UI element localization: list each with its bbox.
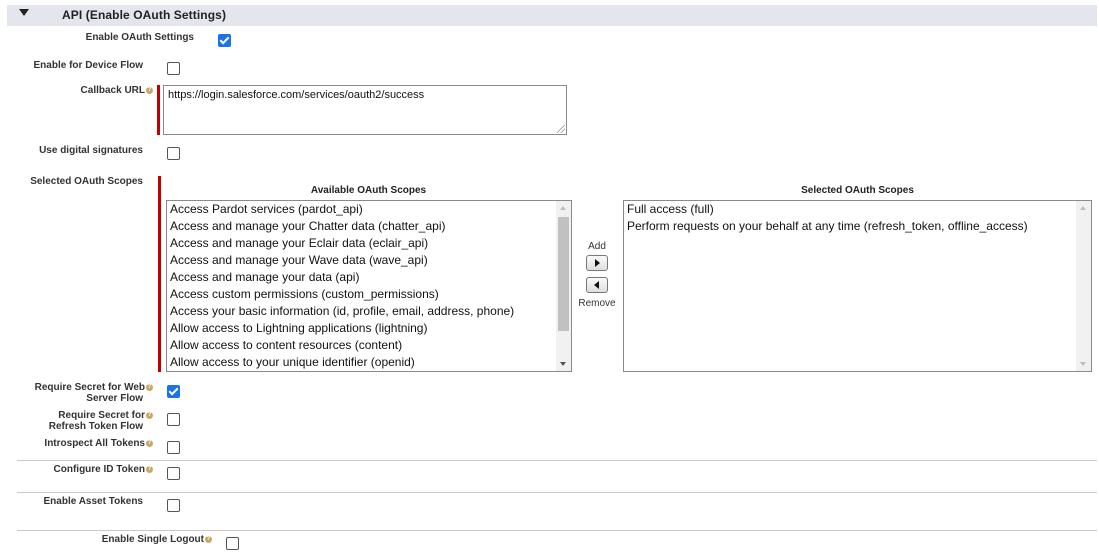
id-token-checkbox[interactable] — [167, 467, 180, 480]
scope-option[interactable]: Full access (full) — [624, 201, 1076, 218]
resize-grip-icon[interactable] — [557, 125, 565, 133]
secret-refresh-checkbox[interactable] — [167, 413, 180, 426]
available-scopes-scrollbar[interactable] — [556, 201, 571, 371]
scope-option[interactable]: Access and manage your Wave data (wave_a… — [167, 252, 555, 269]
secret-web-label: Require Secret for Web? Server Flow — [34, 382, 153, 404]
divider — [17, 492, 1097, 493]
add-button[interactable] — [586, 255, 608, 271]
scroll-down-icon[interactable] — [560, 362, 566, 366]
selected-scopes-listbox[interactable]: Full access (full) Perform requests on yo… — [623, 200, 1092, 372]
single-logout-checkbox[interactable] — [226, 537, 239, 550]
arrow-right-icon — [595, 259, 600, 267]
scroll-up-icon[interactable] — [560, 206, 566, 210]
enable-oauth-checkbox[interactable] — [218, 34, 231, 47]
secret-refresh-label: Require Secret for? Refresh Token Flow — [48, 410, 153, 432]
help-icon[interactable]: ? — [146, 466, 153, 473]
oauth-scopes-label: Selected OAuth Scopes — [30, 176, 143, 187]
callback-url-input[interactable]: https://login.salesforce.com/services/oa… — [163, 85, 567, 135]
selected-scopes-options: Full access (full) Perform requests on yo… — [624, 201, 1076, 235]
remove-label: Remove — [578, 298, 616, 309]
available-scopes-options: Access Pardot services (pardot_api) Acces… — [167, 201, 555, 371]
introspect-checkbox[interactable] — [167, 441, 180, 454]
asset-tokens-checkbox[interactable] — [167, 499, 180, 512]
secret-web-checkbox[interactable] — [167, 385, 180, 398]
help-icon[interactable]: ? — [146, 412, 153, 419]
scope-option[interactable]: Allow access to your unique identifier (… — [167, 354, 555, 371]
remove-button[interactable] — [586, 277, 608, 293]
help-icon[interactable]: ? — [146, 384, 153, 391]
asset-tokens-label: Enable Asset Tokens — [43, 496, 143, 507]
digital-signatures-label: Use digital signatures — [39, 145, 143, 156]
scope-option[interactable]: Allow access to Lightning applications (… — [167, 320, 555, 337]
digital-signatures-checkbox[interactable] — [167, 147, 180, 160]
selected-scopes-scrollbar[interactable] — [1076, 201, 1091, 371]
required-indicator — [158, 176, 161, 372]
selected-scopes-heading: Selected OAuth Scopes — [801, 185, 914, 196]
triangle-down-icon[interactable] — [19, 9, 29, 16]
help-icon[interactable]: ? — [146, 87, 153, 94]
scope-option[interactable]: Perform requests on your behalf at any t… — [624, 218, 1076, 235]
available-scopes-listbox[interactable]: Access Pardot services (pardot_api) Acces… — [166, 200, 572, 372]
scope-option[interactable]: Allow access to content resources (conte… — [167, 337, 555, 354]
callback-url-value: https://login.salesforce.com/services/oa… — [168, 89, 425, 101]
required-indicator — [157, 85, 160, 135]
callback-url-label: Callback URL? — [80, 85, 153, 96]
help-icon[interactable]: ? — [146, 440, 153, 447]
id-token-label: Configure ID Token? — [53, 464, 153, 475]
scope-option[interactable]: Access and manage your Eclair data (ecla… — [167, 235, 555, 252]
introspect-label: Introspect All Tokens? — [44, 438, 153, 449]
scroll-up-icon[interactable] — [1080, 206, 1086, 210]
section-header[interactable]: API (Enable OAuth Settings) — [7, 5, 1097, 26]
scope-option[interactable]: Access custom permissions (custom_permis… — [167, 286, 555, 303]
add-label: Add — [588, 241, 606, 252]
divider — [17, 460, 1097, 461]
section-title: API (Enable OAuth Settings) — [62, 8, 227, 22]
device-flow-label: Enable for Device Flow — [33, 60, 143, 71]
available-scopes-heading: Available OAuth Scopes — [310, 185, 427, 196]
device-flow-checkbox[interactable] — [167, 62, 180, 75]
arrow-left-icon — [594, 281, 599, 289]
scope-option[interactable]: Access and manage your data (api) — [167, 269, 555, 286]
scope-option[interactable]: Access and manage your Chatter data (cha… — [167, 218, 555, 235]
divider — [17, 530, 1097, 531]
scope-option[interactable]: Access Pardot services (pardot_api) — [167, 201, 555, 218]
help-icon[interactable]: ? — [205, 536, 212, 543]
scroll-down-icon[interactable] — [1080, 362, 1086, 366]
scroll-thumb[interactable] — [558, 217, 569, 331]
enable-oauth-label: Enable OAuth Settings — [85, 32, 194, 43]
scope-option[interactable]: Access your basic information (id, profi… — [167, 303, 555, 320]
single-logout-label: Enable Single Logout? — [101, 534, 212, 545]
